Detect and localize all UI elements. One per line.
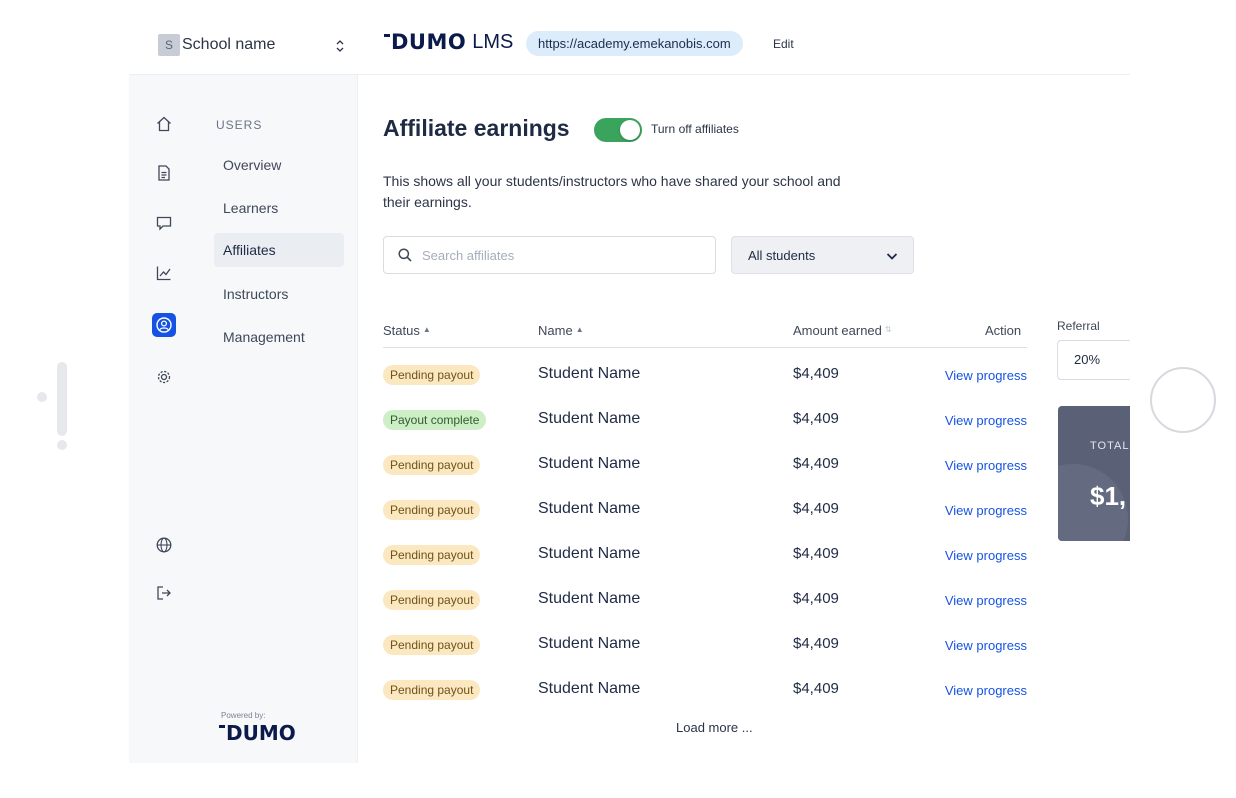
status-badge: Pending payout: [383, 365, 481, 385]
total-label: TOTAL: [1090, 440, 1130, 452]
logout-icon[interactable]: [152, 581, 176, 605]
affiliate-name: Student Name: [538, 500, 641, 517]
affiliates-toggle[interactable]: [594, 118, 642, 142]
chevron-down-icon: [886, 253, 898, 260]
table-row: Pending payout Student Name $4,409 View …: [383, 497, 1027, 542]
table-header-divider: [383, 347, 1027, 348]
view-progress-link[interactable]: View progress: [945, 683, 1027, 698]
status-badge: Pending payout: [383, 680, 481, 700]
table-row: Pending payout Student Name $4,409 View …: [383, 542, 1027, 587]
column-header-status[interactable]: Status ▲: [383, 323, 431, 338]
edit-url-link[interactable]: Edit: [773, 37, 794, 51]
column-header-action: Action: [985, 323, 1022, 338]
school-name: School name: [182, 36, 276, 53]
amount-earned: $4,409: [793, 590, 839, 607]
view-progress-link[interactable]: View progress: [945, 548, 1027, 563]
globe-icon[interactable]: [152, 533, 176, 557]
sort-icon: ▲: [422, 325, 431, 334]
load-more-link[interactable]: Load more ...: [676, 720, 753, 735]
status-badge: Pending payout: [383, 545, 481, 565]
user-circle-icon[interactable]: [152, 313, 176, 337]
amount-earned: $4,409: [793, 500, 839, 517]
powered-by-logo: DUMO: [219, 721, 296, 745]
floating-dot: [57, 440, 67, 450]
status-badge: Pending payout: [383, 500, 481, 520]
amount-earned: $4,409: [793, 545, 839, 562]
search-icon: [398, 248, 412, 262]
affiliate-name: Student Name: [538, 680, 641, 697]
amount-earned: $4,409: [793, 410, 839, 427]
referral-input[interactable]: 20%: [1057, 340, 1130, 380]
search-input[interactable]: [422, 247, 702, 263]
toggle-label: Turn off affiliates: [651, 122, 739, 136]
subnav-item-instructors[interactable]: Instructors: [214, 277, 344, 311]
sort-icon: ⇅: [884, 325, 892, 334]
status-badge: Pending payout: [383, 455, 481, 475]
affiliate-name: Student Name: [538, 410, 641, 427]
column-header-name[interactable]: Name ▲: [538, 323, 584, 338]
users-subnav: USERS Overview Learners Affiliates Instr…: [199, 75, 358, 763]
page-description: This shows all your students/instructors…: [383, 173, 841, 210]
table-row: Pending payout Student Name $4,409 View …: [383, 362, 1027, 407]
floating-scroll-handle[interactable]: [57, 362, 67, 436]
gear-icon[interactable]: [152, 365, 176, 389]
view-progress-link[interactable]: View progress: [945, 413, 1027, 428]
total-earnings-card: TOTAL $1,: [1058, 406, 1130, 541]
chart-icon[interactable]: [152, 261, 176, 285]
subnav-item-learners[interactable]: Learners: [214, 191, 344, 225]
floating-dot: [37, 392, 47, 402]
student-filter-select[interactable]: All students: [731, 236, 914, 274]
view-progress-link[interactable]: View progress: [945, 458, 1027, 473]
toggle-knob: [620, 120, 640, 140]
affiliate-name: Student Name: [538, 635, 641, 652]
dumo-logo: DUMO LMS: [384, 30, 513, 54]
amount-earned: $4,409: [793, 455, 839, 472]
table-row: Pending payout Student Name $4,409 View …: [383, 452, 1027, 497]
affiliate-name: Student Name: [538, 590, 641, 607]
view-progress-link[interactable]: View progress: [945, 368, 1027, 383]
subnav-item-overview[interactable]: Overview: [214, 148, 344, 182]
status-badge: Pending payout: [383, 590, 481, 610]
school-url[interactable]: https://academy.emekanobis.com: [526, 31, 743, 56]
table-row: Pending payout Student Name $4,409 View …: [383, 632, 1027, 677]
school-switcher[interactable]: S School name: [158, 34, 344, 56]
page-title: Affiliate earnings: [383, 115, 570, 141]
view-progress-link[interactable]: View progress: [945, 503, 1027, 518]
status-badge: Payout complete: [383, 410, 487, 430]
affiliate-name: Student Name: [538, 455, 641, 472]
table-row: Payout complete Student Name $4,409 View…: [383, 407, 1027, 452]
subnav-heading: USERS: [216, 118, 263, 132]
search-box[interactable]: [383, 236, 716, 274]
top-bar: S School name DUMO LMS https://academy.e…: [0, 0, 1236, 74]
subnav-item-management[interactable]: Management: [214, 320, 344, 354]
amount-earned: $4,409: [793, 635, 839, 652]
sort-icon: ▲: [575, 325, 584, 334]
view-progress-link[interactable]: View progress: [945, 638, 1027, 653]
updown-chevron-icon: [336, 40, 344, 52]
product-name: LMS: [472, 30, 514, 53]
powered-by-label: Powered by:: [221, 711, 266, 720]
status-badge: Pending payout: [383, 635, 481, 655]
subnav-item-affiliates[interactable]: Affiliates: [214, 233, 344, 267]
column-header-amount[interactable]: Amount earned ⇅: [793, 323, 892, 338]
school-avatar: S: [158, 34, 180, 56]
affiliate-name: Student Name: [538, 545, 641, 562]
home-icon[interactable]: [152, 112, 176, 136]
filter-value: All students: [748, 247, 816, 263]
amount-earned: $4,409: [793, 680, 839, 697]
table-row: Pending payout Student Name $4,409 View …: [383, 587, 1027, 632]
affiliate-name: Student Name: [538, 365, 641, 382]
referral-label: Referral: [1057, 319, 1100, 333]
view-progress-link[interactable]: View progress: [945, 593, 1027, 608]
document-icon[interactable]: [152, 161, 176, 185]
total-value: $1,: [1090, 481, 1127, 511]
floating-circle-button[interactable]: [1150, 367, 1216, 433]
table-row: Pending payout Student Name $4,409 View …: [383, 677, 1027, 722]
icon-rail: [129, 75, 199, 763]
amount-earned: $4,409: [793, 365, 839, 382]
chat-icon[interactable]: [152, 211, 176, 235]
